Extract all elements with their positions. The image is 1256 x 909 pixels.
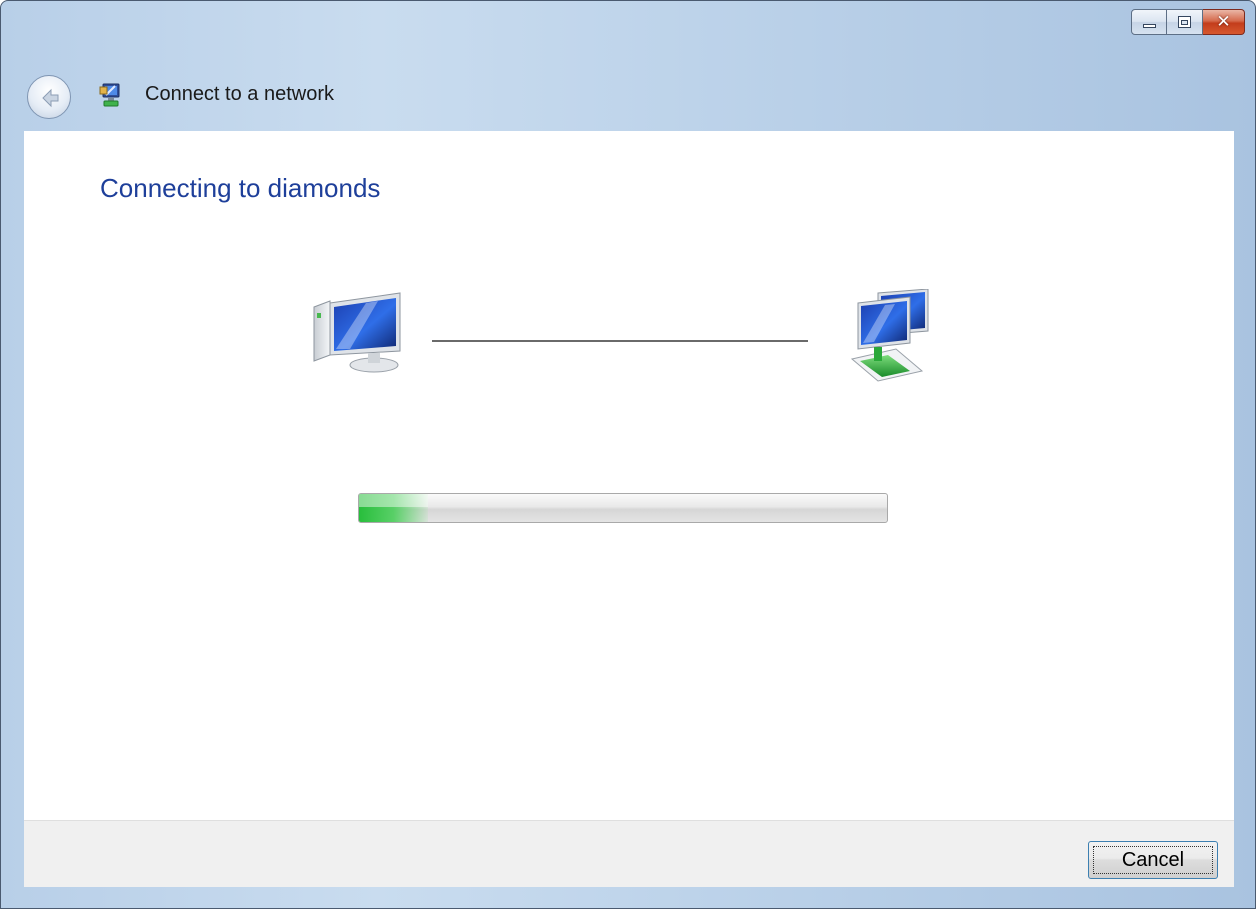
minimize-button[interactable]: [1131, 9, 1167, 35]
cancel-label: Cancel: [1121, 849, 1185, 871]
maximize-button[interactable]: [1167, 9, 1203, 35]
connection-line: [432, 340, 808, 342]
dialog-footer: Cancel: [24, 820, 1234, 887]
connection-progress-bar: [358, 493, 888, 523]
content-area: Connecting to diamonds: [24, 131, 1234, 820]
close-button[interactable]: ✕: [1203, 9, 1245, 35]
dialog-window: ✕ Connect to a network Connecting to dia…: [0, 0, 1256, 909]
caption-buttons: ✕: [1131, 9, 1245, 35]
back-arrow-icon: [42, 88, 59, 108]
back-button[interactable]: [27, 75, 71, 119]
network-icon: [850, 289, 929, 382]
network-connect-icon: [99, 83, 120, 107]
minimize-icon: [1143, 24, 1156, 28]
close-icon: ✕: [1216, 12, 1231, 32]
cancel-button[interactable]: Cancel: [1088, 841, 1218, 879]
progress-fill: [359, 494, 428, 522]
page-heading: Connecting to diamonds: [100, 173, 381, 203]
window-title: Connect to a network: [145, 83, 334, 105]
maximize-icon: [1178, 16, 1191, 28]
computer-icon: [313, 292, 401, 373]
